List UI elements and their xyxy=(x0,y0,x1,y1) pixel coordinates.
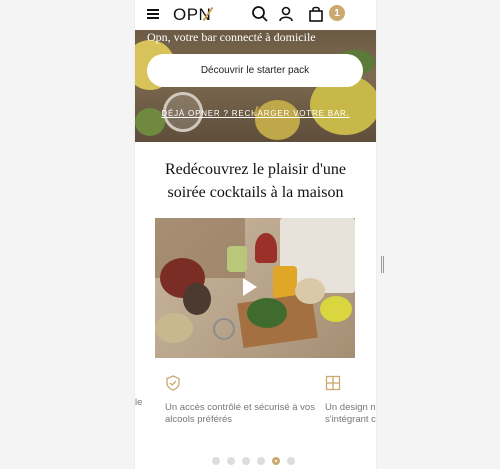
video-player[interactable] xyxy=(155,218,355,358)
carousel-dot[interactable] xyxy=(287,457,295,465)
feature-text: Un accès contrôlé et sécurisé à vos alco… xyxy=(165,402,315,425)
feature-item: Un design n s'intégrant c xyxy=(325,375,376,426)
resize-handle[interactable] xyxy=(381,256,384,273)
feature-prev-fragment: le xyxy=(135,375,147,409)
hero-banner: Opn, votre bar connecté à domicile Décou… xyxy=(135,30,376,142)
cart-count-badge[interactable]: 1 xyxy=(329,5,345,21)
starter-pack-button[interactable]: Découvrir le starter pack xyxy=(147,54,363,87)
hero-tagline: Opn, votre bar connecté à domicile xyxy=(147,30,316,44)
video-herb-decor xyxy=(247,298,287,328)
video-bowl-decor xyxy=(155,313,193,343)
video-glass-decor xyxy=(255,233,277,263)
feature-text: le xyxy=(135,397,143,408)
carousel-dot-active[interactable] xyxy=(272,457,280,465)
shield-check-icon xyxy=(166,375,180,391)
site-header: OPN 1 xyxy=(135,0,376,30)
video-glass-decor xyxy=(227,246,247,272)
video-shaker-decor xyxy=(183,283,211,315)
hero-citrus-decor xyxy=(255,100,300,140)
search-icon[interactable] xyxy=(251,5,269,23)
carousel-dot[interactable] xyxy=(212,457,220,465)
video-fruit-decor xyxy=(320,296,352,322)
video-bowl-decor xyxy=(295,278,325,304)
carousel-dot[interactable] xyxy=(257,457,265,465)
carousel-pagination xyxy=(212,457,295,465)
feature-item: Un accès contrôlé et sécurisé à vos alco… xyxy=(165,375,325,426)
video-glass-decor xyxy=(273,266,297,298)
mobile-viewport: OPN 1 Opn, votre bar connecté à domicile… xyxy=(135,0,376,469)
carousel-dot[interactable] xyxy=(242,457,250,465)
play-icon[interactable] xyxy=(243,278,257,296)
page: OPN 1 Opn, votre bar connecté à domicile… xyxy=(0,0,500,469)
layout-icon xyxy=(325,375,341,391)
cart-icon[interactable] xyxy=(307,5,325,23)
account-icon[interactable] xyxy=(277,5,295,23)
feature-text: Un design n s'intégrant c xyxy=(325,402,376,425)
carousel-dot[interactable] xyxy=(227,457,235,465)
video-strainer-decor xyxy=(213,318,235,340)
menu-icon[interactable] xyxy=(147,9,159,19)
section-heading: Redécouvrez le plaisir d'une soirée cock… xyxy=(164,161,347,201)
